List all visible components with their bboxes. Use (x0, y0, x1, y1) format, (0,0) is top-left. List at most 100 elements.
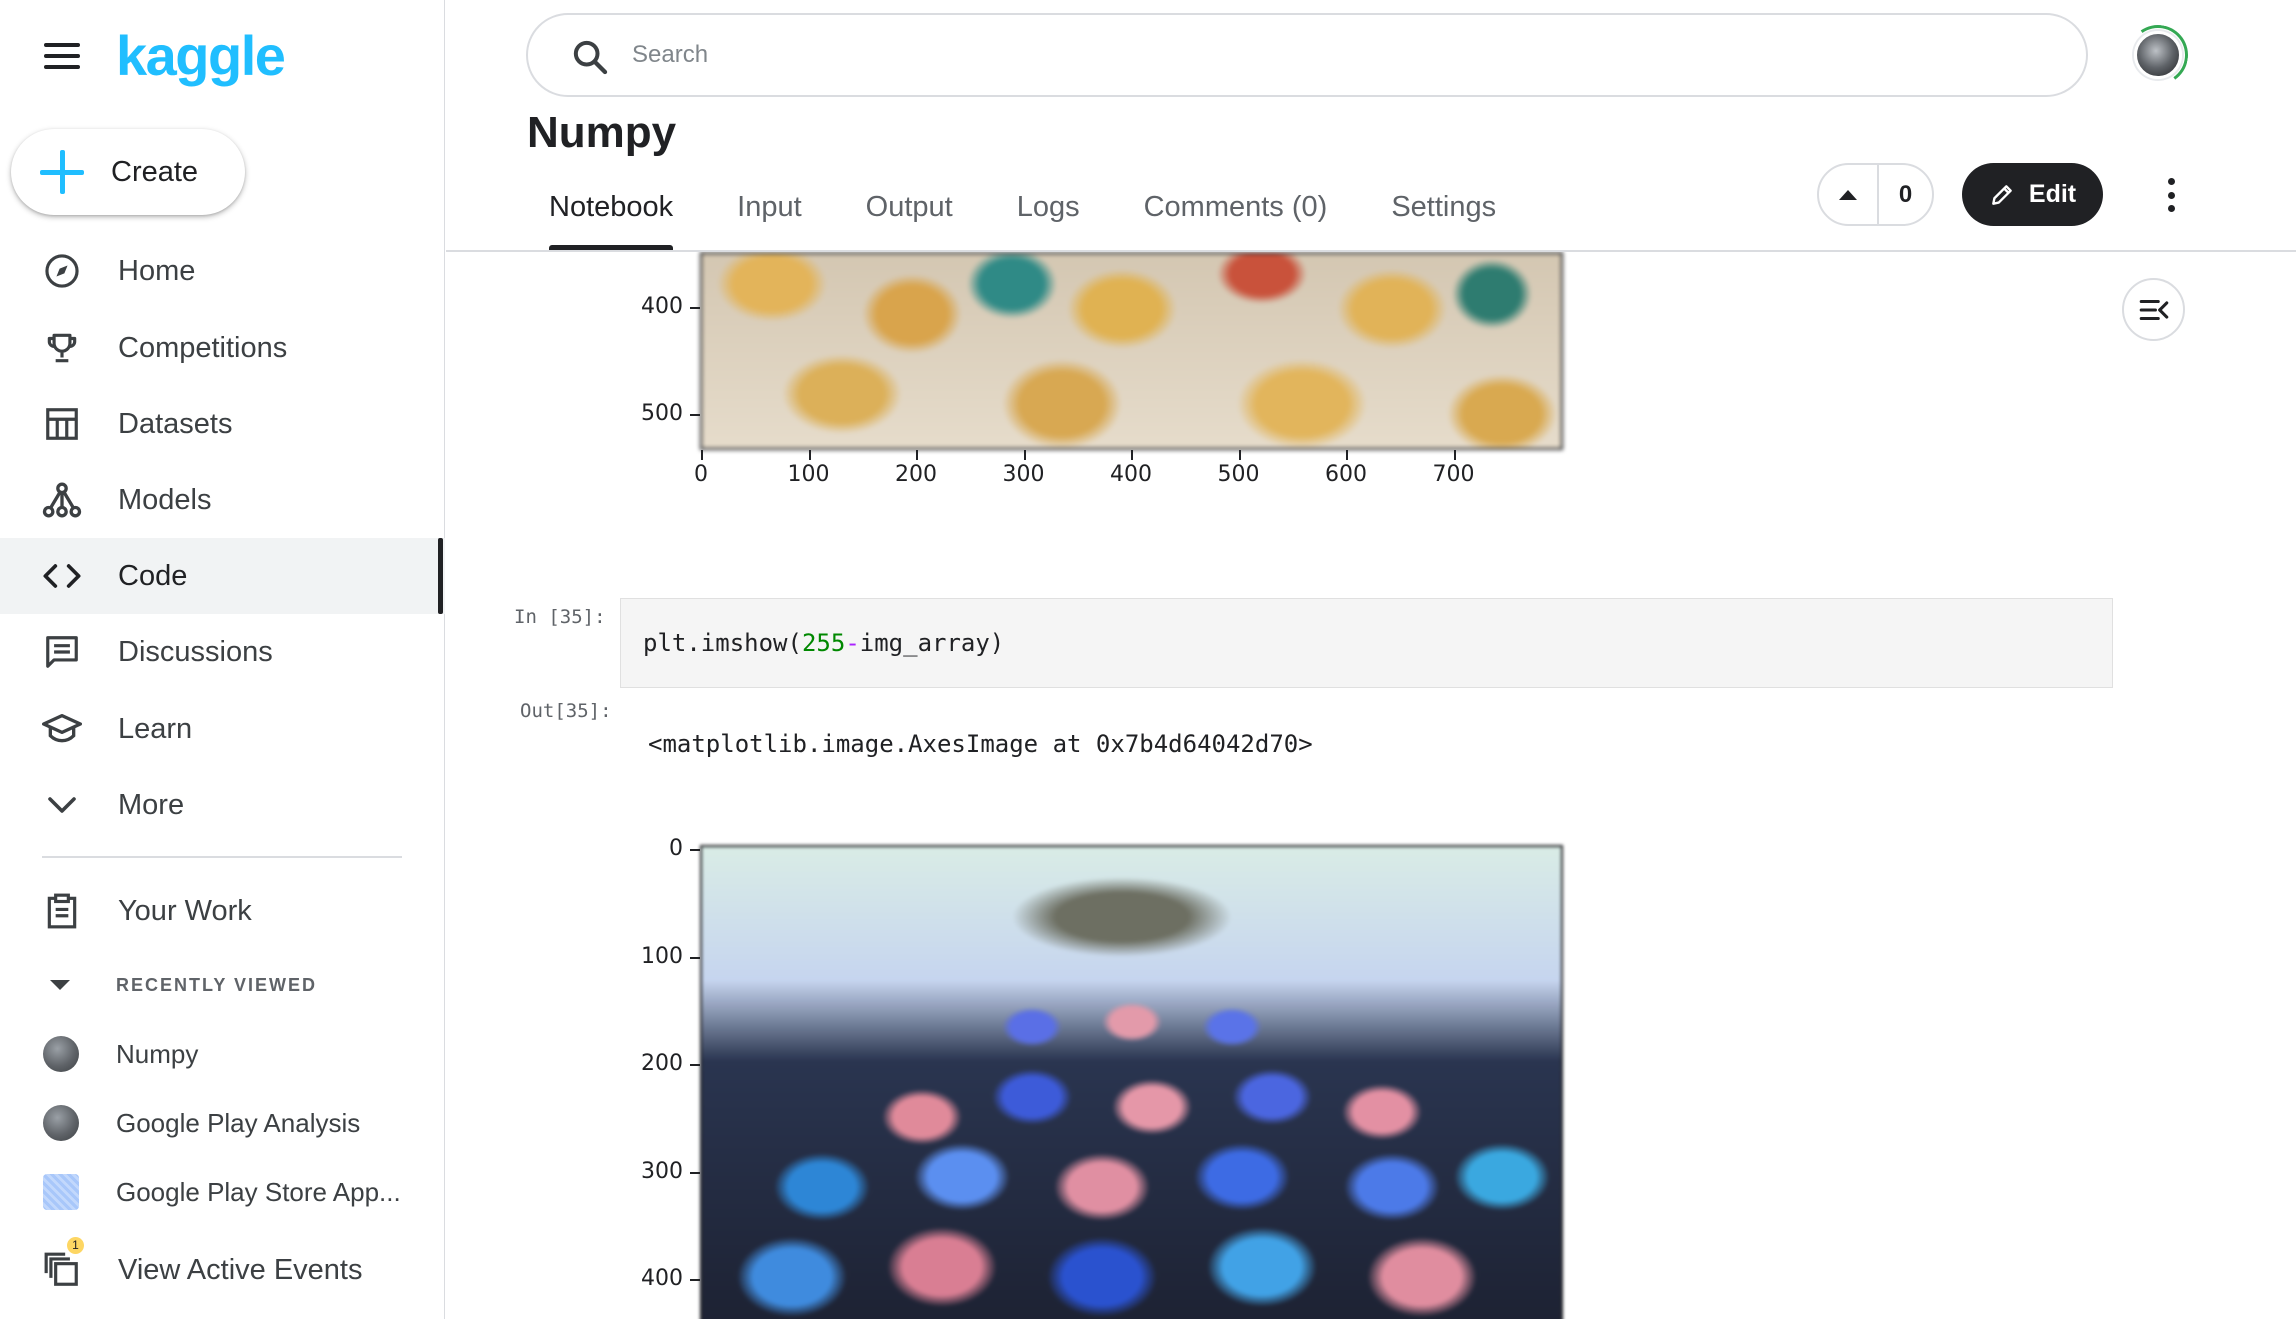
recent-item[interactable]: Numpy (0, 1023, 445, 1085)
x-tick-label: 400 (1110, 462, 1152, 487)
recently-viewed-label: RECENTLY VIEWED (116, 974, 318, 995)
x-tick-label: 700 (1432, 462, 1475, 487)
avatar (43, 1105, 79, 1141)
tab-output[interactable]: Output (866, 186, 975, 250)
plot-image-original (700, 252, 1563, 450)
edit-label: Edit (2028, 180, 2077, 208)
avatar[interactable] (2134, 31, 2182, 79)
sidebar-item-label: Learn (118, 712, 193, 745)
events-icon (40, 1248, 84, 1292)
search-input[interactable]: Search (526, 13, 2088, 97)
code-icon (40, 554, 84, 598)
pencil-icon (1992, 184, 2012, 205)
create-button[interactable]: Create (11, 129, 245, 215)
tab-notebook[interactable]: Notebook (527, 186, 695, 250)
sidebar-item-label: Discussions (118, 635, 273, 668)
clipboard-icon (40, 889, 84, 933)
compass-icon (40, 249, 84, 293)
graduation-cap-icon (40, 707, 84, 751)
plus-icon (40, 150, 84, 194)
y-tick-mark (690, 1171, 700, 1174)
code-operator: - (845, 629, 860, 657)
create-label: Create (111, 155, 199, 188)
caret-up-icon (1839, 189, 1857, 200)
tab-settings[interactable]: Settings (1391, 186, 1518, 250)
sidebar-item-label: Your Work (118, 894, 252, 927)
menu-icon[interactable] (44, 43, 80, 69)
sidebar-item-label: More (118, 788, 185, 821)
kaggle-logo[interactable]: kaggle (116, 22, 286, 90)
events-count-badge: 1 (67, 1237, 84, 1254)
sidebar-item-discussions[interactable]: Discussions (0, 614, 445, 690)
code-token: img_array) (859, 629, 1005, 657)
tab-logs[interactable]: Logs (1017, 186, 1102, 250)
code-number: 255 (801, 629, 846, 657)
notebook-tabs: Notebook Input Output Logs Comments (0) … (527, 186, 1560, 250)
x-tick-label: 100 (787, 462, 830, 487)
tab-comments[interactable]: Comments (0) (1144, 186, 1350, 250)
y-tick-label: 300 (641, 1158, 683, 1184)
code-token: plt.imshow( (643, 629, 802, 657)
y-tick-label: 0 (669, 836, 683, 861)
sidebar-item-datasets[interactable]: Datasets (0, 386, 445, 462)
sidebar-item-label: Competitions (118, 331, 288, 364)
recent-item-label: Google Play Store App... (116, 1176, 401, 1207)
vote-count: 0 (1898, 180, 1913, 208)
upvote-button[interactable] (1819, 165, 1879, 224)
sidebar-item-your-work[interactable]: Your Work (0, 873, 445, 949)
recently-viewed-toggle[interactable]: RECENTLY VIEWED (40, 970, 315, 1000)
x-tick-mark (1131, 450, 1133, 460)
y-tick-mark (690, 414, 700, 416)
x-tick-mark (1346, 450, 1348, 460)
x-tick-label: 300 (1002, 462, 1045, 487)
chat-icon (40, 630, 84, 674)
x-tick-mark (1023, 450, 1026, 460)
vote-widget: 0 (1817, 163, 1934, 226)
cell-output-prompt: Out[35]: (520, 700, 612, 722)
sidebar-item-more[interactable]: More (0, 767, 445, 843)
code-cell[interactable]: plt.imshow(255- img_array) (620, 598, 2113, 688)
x-tick-label: 600 (1325, 462, 1367, 487)
cell-output-text: <matplotlib.image.AxesImage at 0x7b4d640… (648, 730, 1313, 758)
sidebar-item-home[interactable]: Home (0, 233, 445, 309)
sidebar-item-competitions[interactable]: Competitions (0, 310, 445, 386)
sidebar-item-learn[interactable]: Learn (0, 691, 445, 767)
y-tick-mark (690, 1064, 700, 1066)
x-tick-label: 500 (1217, 462, 1260, 487)
x-tick-label: 200 (895, 462, 937, 487)
y-tick-mark (690, 956, 700, 959)
search-icon (570, 37, 610, 77)
sidebar-item-label: Home (118, 254, 196, 287)
more-options-icon[interactable] (2158, 178, 2184, 212)
chevron-down-icon (40, 783, 84, 827)
y-tick-label: 200 (641, 1051, 683, 1076)
cell-input-prompt: In [35]: (514, 606, 606, 628)
y-tick-mark (690, 307, 700, 309)
x-tick-mark (701, 450, 703, 460)
sidebar-item-label: Datasets (118, 407, 233, 440)
models-icon (40, 478, 84, 522)
y-tick-label: 400 (641, 1266, 683, 1291)
x-tick-mark (808, 450, 811, 460)
dataset-thumbnail (43, 1174, 79, 1210)
sidebar-item-models[interactable]: Models (0, 462, 445, 538)
recent-item[interactable]: Google Play Analysis (0, 1092, 445, 1154)
recent-item[interactable]: Google Play Store App... (0, 1161, 445, 1223)
x-tick-label: 0 (694, 462, 708, 487)
plot-image-inverted (700, 845, 1563, 1319)
caret-down-icon (50, 980, 70, 990)
page-title: Numpy (527, 108, 677, 157)
search-placeholder: Search (632, 41, 709, 68)
sidebar-item-code[interactable]: Code (0, 538, 445, 614)
tab-input[interactable]: Input (737, 186, 824, 250)
x-tick-mark (916, 450, 918, 460)
x-tick-mark (1238, 450, 1241, 460)
table-icon (40, 402, 84, 446)
y-tick-label: 100 (641, 943, 683, 969)
y-tick-mark (690, 849, 700, 851)
sidebar-divider (42, 856, 402, 858)
y-tick-mark (690, 1279, 700, 1281)
edit-button[interactable]: Edit (1962, 163, 2103, 226)
sidebar-item-label: View Active Events (118, 1253, 363, 1286)
y-tick-label: 400 (641, 294, 683, 319)
